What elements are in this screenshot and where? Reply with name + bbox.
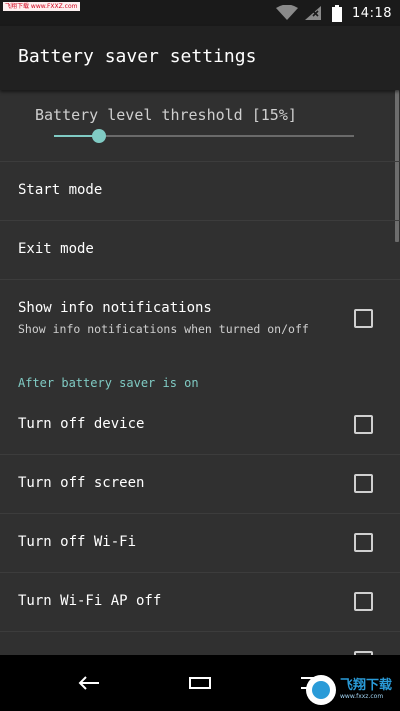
- turn-off-screen-checkbox[interactable]: [354, 474, 373, 493]
- start-mode-item[interactable]: Start mode: [0, 162, 400, 221]
- threshold-setting: Battery level threshold [15%]: [0, 90, 400, 162]
- status-time: 14:18: [352, 5, 392, 21]
- show-info-subtitle: Show info notifications when turned on/o…: [18, 322, 309, 336]
- show-info-item[interactable]: Show info notifications Show info notifi…: [0, 280, 400, 354]
- turn-off-device-title: Turn off device: [18, 416, 145, 432]
- show-info-title: Show info notifications: [18, 300, 212, 316]
- partial-list-item[interactable]: [0, 632, 400, 655]
- back-icon[interactable]: [78, 673, 100, 693]
- exit-mode-item[interactable]: Exit mode: [0, 221, 400, 280]
- turn-off-wifi-item[interactable]: Turn off Wi-Fi: [0, 514, 400, 573]
- turn-off-wifi-checkbox[interactable]: [354, 533, 373, 552]
- threshold-label: Battery level threshold [15%]: [35, 106, 297, 124]
- start-mode-title: Start mode: [18, 182, 103, 198]
- turn-off-device-item[interactable]: Turn off device: [0, 396, 400, 455]
- slider-thumb[interactable]: [92, 129, 106, 143]
- status-bar: 飞翔下载 www.FXXZ.com 14:18: [0, 0, 400, 26]
- status-icons: 14:18: [276, 4, 392, 22]
- turn-off-screen-item[interactable]: Turn off screen: [0, 455, 400, 514]
- watermark: 飞翔下载 www.FXXZ.com: [3, 2, 80, 11]
- turn-off-wifi-title: Turn off Wi-Fi: [18, 534, 137, 550]
- logo-url: www.fxxz.com: [340, 693, 384, 700]
- turn-off-screen-title: Turn off screen: [18, 475, 145, 491]
- settings-list[interactable]: Battery level threshold [15%] Start mode…: [0, 90, 400, 655]
- home-icon[interactable]: [189, 675, 211, 691]
- show-info-checkbox[interactable]: [354, 309, 373, 328]
- threshold-slider[interactable]: [54, 129, 354, 143]
- section-header-after-on: After battery saver is on: [18, 376, 199, 390]
- logo-text: 飞翔下载: [340, 678, 393, 693]
- battery-icon: [332, 4, 343, 22]
- app-toolbar: Battery saver settings: [0, 26, 400, 90]
- watermark-logo: 飞翔下载 www.fxxz.com: [306, 674, 394, 706]
- page-title: Battery saver settings: [18, 46, 257, 67]
- turn-wifi-ap-off-checkbox[interactable]: [354, 592, 373, 611]
- turn-wifi-ap-off-title: Turn Wi-Fi AP off: [18, 593, 162, 609]
- wifi-icon: [276, 5, 299, 20]
- turn-wifi-ap-off-item[interactable]: Turn Wi-Fi AP off: [0, 573, 400, 632]
- turn-off-device-checkbox[interactable]: [354, 415, 373, 434]
- signal-icon: [305, 6, 322, 20]
- logo-icon: [306, 675, 336, 705]
- exit-mode-title: Exit mode: [18, 241, 94, 257]
